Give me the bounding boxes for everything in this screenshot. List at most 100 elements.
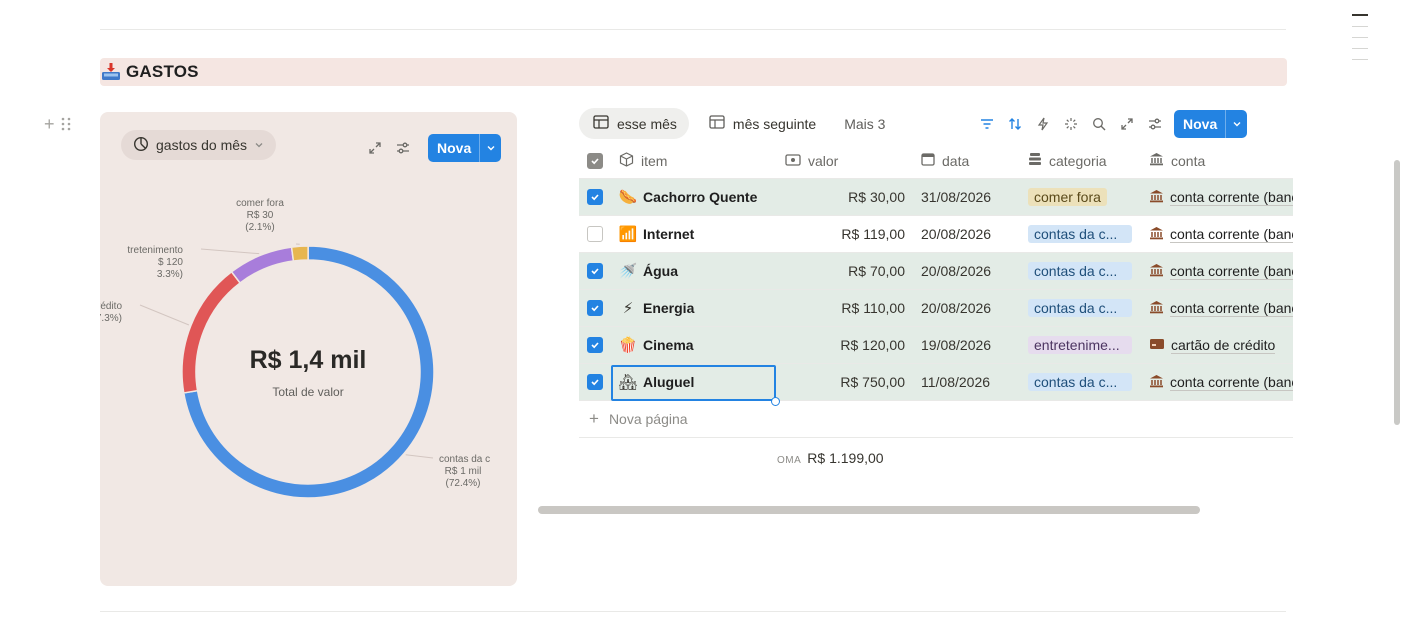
categoria-cell[interactable]: comer fora — [1021, 179, 1143, 215]
sort-icon[interactable] — [1006, 115, 1024, 133]
item-cell[interactable]: 📶 Internet — [611, 216, 779, 252]
outline-item[interactable] — [1352, 14, 1368, 16]
new-page-row[interactable]: + Nova página — [579, 401, 1293, 438]
conta-cell[interactable]: conta corrente (banco) — [1143, 364, 1293, 400]
outline-item[interactable] — [1352, 59, 1368, 60]
data-cell[interactable]: 19/08/2026 — [915, 327, 1021, 363]
item-cell[interactable]: 🚿 Água — [611, 253, 779, 289]
column-label: valor — [808, 152, 839, 169]
database-new-button[interactable]: Nova — [1174, 110, 1248, 138]
categoria-cell[interactable]: contas da c... — [1021, 216, 1143, 252]
valor-cell[interactable]: R$ 30,00 — [779, 179, 915, 215]
categoria-cell[interactable]: contas da c... — [1021, 253, 1143, 289]
category-tag: entretenime... — [1028, 336, 1132, 354]
slice-leader-line — [200, 248, 260, 255]
chart-new-button[interactable]: Nova — [428, 134, 502, 162]
column-header-item[interactable]: item — [611, 143, 779, 178]
top-divider — [100, 29, 1286, 30]
chevron-down-icon — [254, 137, 264, 153]
table-row[interactable]: 🚿 Água R$ 70,00 20/08/2026 contas da c... con… — [579, 253, 1293, 290]
settings-sliders-icon[interactable] — [1146, 115, 1164, 133]
conta-link[interactable]: conta corrente (banco) — [1170, 189, 1293, 206]
item-emoji-icon: 🚿 — [618, 263, 638, 280]
categoria-cell[interactable]: contas da c... — [1021, 290, 1143, 326]
row-checkbox[interactable] — [579, 290, 611, 326]
slice-percent-text: 7.3%) — [100, 313, 122, 324]
vertical-scrollbar[interactable] — [1394, 160, 1400, 425]
valor-cell[interactable]: R$ 70,00 — [779, 253, 915, 289]
outline-item[interactable] — [1352, 26, 1368, 27]
search-icon[interactable] — [1090, 115, 1108, 133]
page-outline[interactable] — [1352, 14, 1370, 70]
row-checkbox[interactable] — [579, 253, 611, 289]
row-checkbox[interactable] — [579, 179, 611, 215]
data-cell[interactable]: 20/08/2026 — [915, 216, 1021, 252]
donut-slice[interactable] — [290, 245, 309, 262]
outline-item[interactable] — [1352, 37, 1368, 38]
categoria-cell[interactable]: contas da c... — [1021, 364, 1143, 400]
item-cell[interactable]: 🌭 Cachorro Quente — [611, 179, 779, 215]
ai-sparkle-icon[interactable] — [1062, 115, 1080, 133]
conta-cell[interactable]: conta corrente (banco) — [1143, 179, 1293, 215]
conta-cell[interactable]: cartão de crédito — [1143, 327, 1293, 363]
select-all-checkbox[interactable] — [579, 143, 611, 178]
item-cell[interactable]: 🍿 Cinema — [611, 327, 779, 363]
valor-cell[interactable]: R$ 750,00 — [779, 364, 915, 400]
column-sum[interactable]: OMA R$ 1.199,00 — [777, 450, 885, 466]
expand-icon[interactable] — [366, 139, 384, 157]
horizontal-scrollbar[interactable] — [538, 506, 1200, 514]
chart-toolbar: Nova — [366, 134, 502, 162]
table-row[interactable]: ⚡ Energia R$ 110,00 20/08/2026 contas da c..… — [579, 290, 1293, 327]
valor-cell[interactable]: R$ 110,00 — [779, 290, 915, 326]
conta-link[interactable]: conta corrente (banco) — [1170, 374, 1293, 391]
valor-cell[interactable]: R$ 120,00 — [779, 327, 915, 363]
chevron-down-icon[interactable] — [1225, 110, 1247, 138]
chart-view-selector[interactable]: gastos do mês — [121, 130, 277, 160]
column-header-categoria[interactable]: categoria — [1021, 143, 1143, 178]
conta-cell[interactable]: conta corrente (banco) — [1143, 290, 1293, 326]
table-row[interactable]: 🏘 Aluguel R$ 750,00 11/08/2026 contas da c..… — [579, 364, 1293, 401]
drag-handle-icon[interactable] — [61, 116, 71, 134]
tab-label: mês seguinte — [732, 115, 817, 132]
donut-slice[interactable] — [181, 270, 242, 394]
slice-percent-text: (72.4%) — [445, 478, 480, 489]
tab-more[interactable]: Mais 3 — [834, 108, 897, 139]
table-row[interactable]: 🍿 Cinema R$ 120,00 19/08/2026 entretenime...… — [579, 327, 1293, 364]
expand-icon[interactable] — [1118, 115, 1136, 133]
slice-amount-text: R$ 1 mil — [445, 466, 482, 477]
conta-link[interactable]: conta corrente (banco) — [1170, 263, 1293, 280]
conta-cell[interactable]: conta corrente (banco) — [1143, 253, 1293, 289]
item-name: Internet — [643, 226, 695, 242]
chevron-down-icon[interactable] — [479, 134, 501, 162]
data-cell[interactable]: 20/08/2026 — [915, 290, 1021, 326]
column-header-valor[interactable]: valor — [779, 143, 915, 178]
inbox-tray-icon — [100, 61, 122, 83]
column-header-conta[interactable]: conta — [1143, 143, 1293, 178]
conta-cell[interactable]: conta corrente (banco) — [1143, 216, 1293, 252]
tab-esse-mes[interactable]: esse mês — [579, 108, 689, 139]
row-checkbox[interactable] — [579, 364, 611, 400]
valor-cell[interactable]: R$ 119,00 — [779, 216, 915, 252]
categoria-cell[interactable]: entretenime... — [1021, 327, 1143, 363]
outline-item[interactable] — [1352, 48, 1368, 49]
row-checkbox[interactable] — [579, 216, 611, 252]
table-row[interactable]: 🌭 Cachorro Quente R$ 30,00 31/08/2026 comer … — [579, 179, 1293, 216]
automation-bolt-icon[interactable] — [1034, 115, 1052, 133]
column-header-data[interactable]: data — [915, 143, 1021, 178]
data-cell[interactable]: 31/08/2026 — [915, 179, 1021, 215]
conta-link[interactable]: conta corrente (banco) — [1170, 300, 1293, 317]
row-checkbox[interactable] — [579, 327, 611, 363]
add-block-icon[interactable]: + — [44, 115, 55, 134]
item-cell[interactable]: 🏘 Aluguel — [611, 364, 779, 400]
block-handle[interactable]: + — [44, 115, 71, 134]
data-cell[interactable]: 20/08/2026 — [915, 253, 1021, 289]
table-row[interactable]: 📶 Internet R$ 119,00 20/08/2026 contas da c.… — [579, 216, 1293, 253]
conta-link[interactable]: cartão de crédito — [1171, 337, 1276, 354]
settings-sliders-icon[interactable] — [394, 139, 412, 157]
item-cell[interactable]: ⚡ Energia — [611, 290, 779, 326]
fill-handle[interactable] — [771, 397, 780, 406]
filter-icon[interactable] — [978, 115, 996, 133]
tab-mes-seguinte[interactable]: mês seguinte — [695, 108, 828, 139]
data-cell[interactable]: 11/08/2026 — [915, 364, 1021, 400]
conta-link[interactable]: conta corrente (banco) — [1170, 226, 1293, 243]
